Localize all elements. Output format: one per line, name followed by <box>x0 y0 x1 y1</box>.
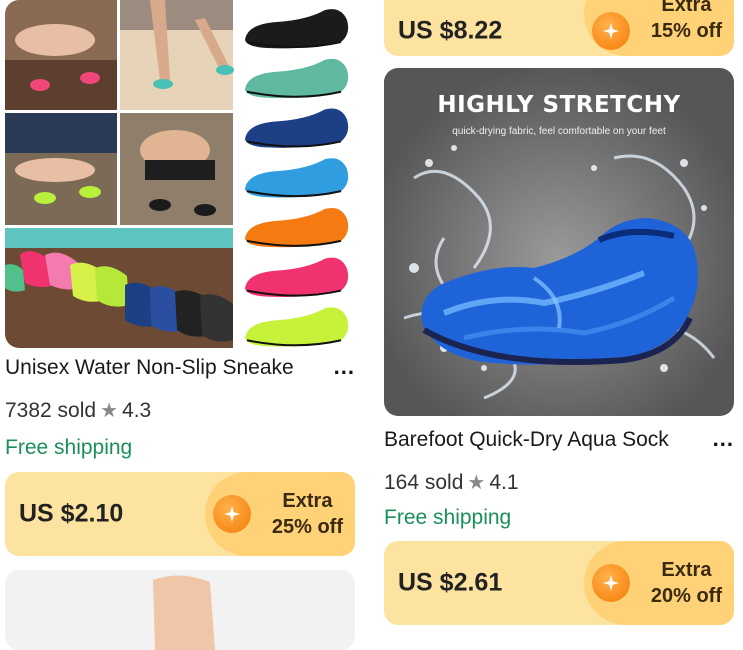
product-title[interactable]: Unisex Water Non-Slip Sneake <box>5 356 332 380</box>
coupon-icon <box>592 11 630 50</box>
coupon-icon <box>592 564 630 602</box>
product-title[interactable]: Barefoot Quick-Dry Aqua Sock <box>384 428 711 452</box>
price-label: US $2.10 <box>19 499 124 528</box>
product-title-row[interactable]: Barefoot Quick-Dry Aqua Sock ... <box>384 428 734 452</box>
star-icon: ★ <box>467 472 486 494</box>
free-shipping-label: Free shipping <box>384 506 512 529</box>
sold-count: 7382 sold <box>5 398 97 422</box>
more-options-icon[interactable]: ... <box>334 356 355 380</box>
deal-badge: Extra 15% off <box>584 0 734 56</box>
next-product-image[interactable] <box>5 570 355 650</box>
aqua-sock-illustration <box>403 145 716 400</box>
deal-badge: Extra 25% off <box>205 472 355 556</box>
more-options-icon[interactable]: ... <box>713 428 734 452</box>
extra-discount-text: Extra 25% off <box>272 488 343 540</box>
sock-swatch-svg <box>245 9 349 347</box>
extra-label: Extra <box>282 490 333 512</box>
deal-badge: Extra 20% off <box>584 541 734 625</box>
sock-swatch <box>245 207 349 248</box>
sock-swatch <box>245 257 349 297</box>
star-icon: ★ <box>100 400 119 422</box>
banner-title: HIGHLY STRETCHY <box>437 92 681 118</box>
next-product-illustration <box>153 575 215 650</box>
extra-discount-text: Extra 15% off <box>651 0 722 44</box>
product-image[interactable]: HIGHLY STRETCHY quick-drying fabric, fee… <box>384 68 734 416</box>
banner-subtitle: quick-drying fabric, feel comfortable on… <box>452 126 666 137</box>
discount-label: 20% off <box>650 585 722 607</box>
coupon-icon <box>213 495 251 533</box>
rating-value: 4.1 <box>489 470 519 494</box>
price-label: US $2.61 <box>398 568 503 597</box>
extra-label: Extra <box>661 0 712 17</box>
product-image[interactable] <box>5 0 355 348</box>
discount-label: 25% off <box>271 516 343 538</box>
sold-rating: 7382 sold ★ 4.3 <box>5 398 151 423</box>
sock-swatch <box>245 108 349 148</box>
free-shipping-label: Free shipping <box>5 436 133 459</box>
extra-label: Extra <box>661 559 712 581</box>
top-price-card[interactable]: US $8.22 Extra 15% off <box>384 0 734 56</box>
sock-swatch <box>245 58 349 99</box>
sock-color-list <box>237 0 355 348</box>
sock-swatch <box>245 158 349 198</box>
price-label: US $8.22 <box>398 16 503 45</box>
sold-count: 164 sold <box>384 470 464 494</box>
price-card[interactable]: US $2.10 Extra 25% off <box>5 472 355 556</box>
sock-swatch <box>245 307 349 347</box>
extra-discount-text: Extra 20% off <box>651 557 722 609</box>
discount-label: 15% off <box>650 20 722 43</box>
product-title-row[interactable]: Unisex Water Non-Slip Sneake ... <box>5 356 355 380</box>
sock-swatch <box>245 9 349 49</box>
sold-rating: 164 sold ★ 4.1 <box>384 470 519 495</box>
price-card[interactable]: US $2.61 Extra 20% off <box>384 541 734 625</box>
rating-value: 4.3 <box>122 398 152 422</box>
